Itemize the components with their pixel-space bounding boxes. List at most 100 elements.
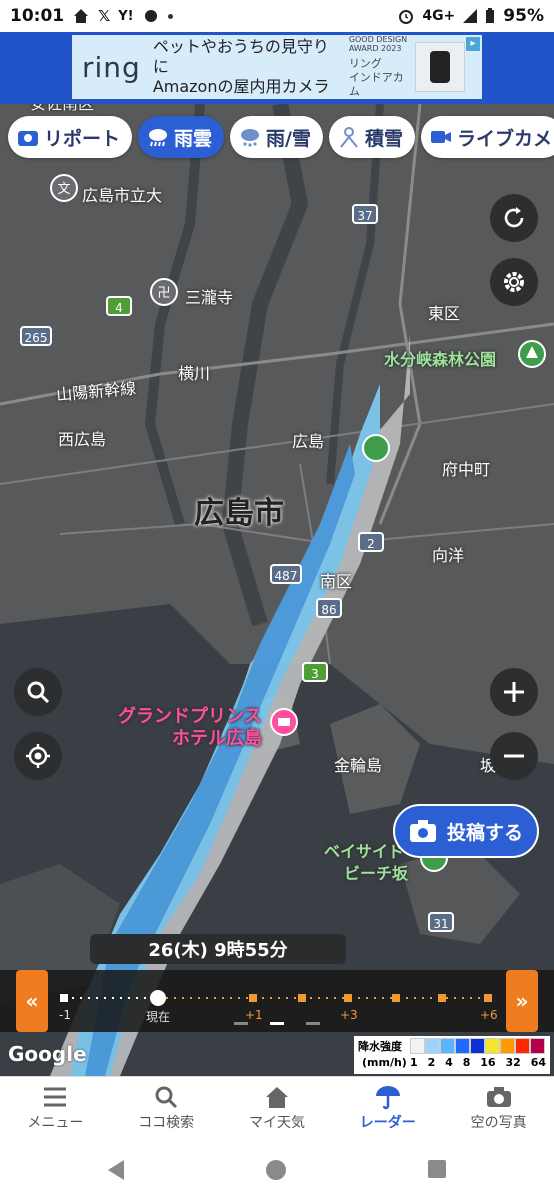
rain-cloud-icon bbox=[149, 129, 168, 147]
home-nav-icon[interactable] bbox=[264, 1158, 288, 1182]
ad-choices-icon[interactable]: ▸ bbox=[466, 37, 480, 51]
nav-sky-photo[interactable]: 空の写真 bbox=[443, 1077, 554, 1138]
chip-report[interactable]: リポート bbox=[8, 116, 133, 158]
battery-icon bbox=[486, 8, 495, 23]
nav-label: マイ天気 bbox=[248, 1114, 305, 1131]
legend-color-bar bbox=[410, 1038, 545, 1054]
page-indicator bbox=[306, 1022, 320, 1025]
legend-value: 4 bbox=[445, 1056, 453, 1069]
more-notifications-icon bbox=[167, 13, 173, 19]
chip-rain-cloud[interactable]: 雨雲 bbox=[138, 116, 225, 158]
route-shield: 4 bbox=[106, 296, 132, 316]
map-label-hiroshima-station: 広島 bbox=[292, 432, 325, 451]
layer-chip-bar: リポート 雨雲 雨/雪 積雪 ライブカメ bbox=[8, 116, 554, 158]
route-shield: 487 bbox=[270, 564, 302, 584]
timeline-bar[interactable]: « » -1 現在 +1 +3 +6 bbox=[0, 970, 554, 1032]
radar-timestamp: 26(木) 9時55分 bbox=[90, 934, 346, 964]
map-base bbox=[0, 104, 554, 1076]
zoom-out-button[interactable] bbox=[490, 732, 538, 780]
map-label-yokogawa: 横川 bbox=[178, 364, 211, 383]
ad-award: GOOD DESIGN AWARD 2023 リング インドアカム bbox=[349, 35, 411, 99]
page-indicator-active bbox=[270, 1022, 284, 1025]
timeline-label-plus6: +6 bbox=[480, 1008, 498, 1022]
legend-swatch bbox=[515, 1038, 530, 1054]
status-time: 10:01 bbox=[10, 6, 65, 26]
ad-product-line1: リング bbox=[348, 57, 382, 70]
timeline-tick-minus1 bbox=[60, 994, 68, 1002]
legend-unit: (mm/h) bbox=[362, 1056, 407, 1069]
map-label-city: 広島市 bbox=[194, 496, 284, 531]
route-shield: 31 bbox=[428, 912, 454, 932]
map-label-mukainada: 向洋 bbox=[432, 546, 465, 565]
map-label-higashiku: 東区 bbox=[428, 304, 461, 323]
locate-icon bbox=[26, 744, 50, 768]
chip-label: 雨/雪 bbox=[266, 127, 311, 150]
nav-search[interactable]: ココ検索 bbox=[111, 1077, 222, 1138]
chip-live-camera[interactable]: ライブカメ bbox=[421, 116, 554, 158]
chip-rain-snow[interactable]: 雨/雪 bbox=[230, 116, 323, 158]
legend-swatch bbox=[470, 1038, 485, 1054]
route-shield: 3 bbox=[302, 662, 328, 682]
hotel-poi-icon bbox=[270, 708, 298, 736]
refresh-button[interactable] bbox=[490, 194, 538, 242]
minus-icon bbox=[504, 754, 524, 758]
gear-icon bbox=[504, 272, 524, 292]
map-label-fuchucho: 府中町 bbox=[442, 460, 491, 479]
timeline-tick bbox=[298, 994, 306, 1002]
battery-level: 95% bbox=[503, 6, 544, 26]
status-bar: 10:01 𝕏 Y! 4G+ 95% bbox=[0, 0, 554, 32]
timeline-label-plus3: +3 bbox=[340, 1008, 358, 1022]
route-shield: 37 bbox=[352, 204, 378, 224]
timeline-tick bbox=[344, 994, 352, 1002]
map-label-top-partial: 安佐南区 bbox=[30, 104, 94, 114]
legend-values: 1 2 4 8 16 32 64 bbox=[410, 1056, 546, 1069]
signal-icon bbox=[463, 9, 478, 23]
zoom-in-button[interactable] bbox=[490, 668, 538, 716]
camera-icon bbox=[18, 131, 38, 146]
chip-label: 雨雲 bbox=[174, 127, 213, 150]
legend-swatch bbox=[485, 1038, 500, 1054]
legend-value: 16 bbox=[480, 1056, 496, 1069]
map-label-mizuwake: 水分峡森林公園 bbox=[384, 350, 497, 369]
ad-banner[interactable]: ring ペットやおうちの見守りに Amazonの屋内用カメラ GOOD DES… bbox=[72, 35, 482, 99]
nav-label: レーダー bbox=[359, 1114, 416, 1131]
legend-swatch bbox=[500, 1038, 515, 1054]
map-label-grand-prince-2: ホテル広島 bbox=[172, 728, 262, 749]
timeline-track[interactable] bbox=[0, 970, 554, 1032]
settings-button[interactable] bbox=[490, 258, 538, 306]
ad-award-text: GOOD DESIGN AWARD 2023 bbox=[348, 35, 408, 53]
legend-swatch bbox=[455, 1038, 470, 1054]
legend-swatch bbox=[425, 1038, 440, 1054]
current-location-button[interactable] bbox=[14, 732, 62, 780]
timeline-label-plus1: +1 bbox=[245, 1008, 263, 1022]
route-shield: 265 bbox=[20, 326, 52, 346]
legend-value: 2 bbox=[427, 1056, 436, 1069]
page-indicator bbox=[234, 1022, 248, 1025]
nav-label: ココ検索 bbox=[138, 1114, 195, 1131]
nav-my-weather[interactable]: マイ天気 bbox=[222, 1077, 333, 1138]
ad-copy-line1: ペットやおうちの見守りに bbox=[152, 37, 329, 76]
map-label-nishihiroshima: 西広島 bbox=[58, 430, 107, 449]
ad-brand: ring bbox=[82, 50, 141, 84]
timeline-label-now: 現在 bbox=[146, 1010, 171, 1024]
x-app-icon: 𝕏 bbox=[98, 7, 111, 25]
chip-label: 積雪 bbox=[364, 127, 403, 150]
refresh-icon bbox=[504, 207, 524, 228]
chip-snow-depth[interactable]: 積雪 bbox=[328, 116, 415, 158]
nav-radar[interactable]: レーダー bbox=[332, 1077, 443, 1138]
camera-icon bbox=[409, 820, 436, 842]
back-nav-icon[interactable] bbox=[104, 1158, 128, 1182]
recents-nav-icon[interactable] bbox=[426, 1158, 448, 1180]
alarm-icon bbox=[399, 10, 414, 24]
bottom-navigation: メニュー ココ検索 マイ天気 レーダー 空の写真 bbox=[0, 1076, 554, 1138]
network-type: 4G+ bbox=[422, 8, 456, 24]
legend-value: 1 bbox=[410, 1056, 418, 1069]
umbrella-icon bbox=[375, 1085, 400, 1109]
search-icon bbox=[155, 1086, 178, 1108]
facility-poi-icon bbox=[362, 434, 390, 462]
legend-value: 32 bbox=[505, 1056, 521, 1069]
radar-map[interactable]: 安佐南区 広島市立大 三瀧寺 東区 水分峡森林公園 横川 山陽新幹線 西広島 広… bbox=[0, 104, 554, 1076]
nav-menu[interactable]: メニュー bbox=[0, 1077, 111, 1138]
search-button[interactable] bbox=[14, 668, 62, 716]
post-photo-button[interactable]: 投稿する bbox=[393, 804, 539, 858]
